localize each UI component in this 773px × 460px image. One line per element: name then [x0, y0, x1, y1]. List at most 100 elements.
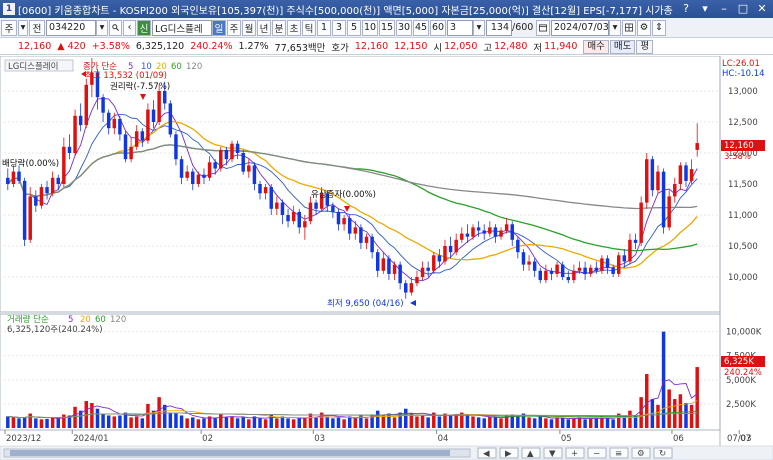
candle-body — [123, 134, 128, 160]
candle-body — [499, 230, 503, 237]
chart-nav-icon[interactable]: ▲ — [527, 449, 534, 459]
trade-amount: 77,653백만 — [274, 42, 326, 54]
stock-name-field[interactable]: LG디스플레 — [152, 19, 212, 36]
volume-bar — [263, 419, 268, 428]
candle-body — [353, 227, 358, 234]
chart-nav-icon[interactable]: ▼ — [549, 449, 556, 459]
volume-bar — [583, 419, 587, 428]
candle-body — [364, 236, 369, 243]
candle-body — [521, 252, 526, 265]
stock-code-input[interactable]: 034220 — [46, 19, 96, 36]
candle — [645, 153, 649, 209]
settings-icon[interactable]: ⚙ — [637, 19, 651, 36]
lc-label: LC:26.01 — [722, 59, 760, 69]
high-label: 고 — [483, 42, 493, 54]
volume-bar — [174, 413, 178, 428]
annotation-low: 최저 9,650 (04/16) — [327, 298, 404, 309]
candle-body — [594, 267, 599, 271]
candle-body — [39, 187, 44, 206]
sell-button[interactable]: 매도 — [609, 39, 636, 54]
chart-nav-icon[interactable]: ≡ — [615, 449, 622, 459]
chart-nav-icon[interactable]: ▶ — [505, 449, 512, 459]
candle-body — [577, 267, 582, 271]
period-tick-tab[interactable]: 틱 — [302, 19, 316, 36]
period-year-tab[interactable]: 년 — [257, 19, 271, 36]
close-button[interactable]: ✕ — [754, 2, 770, 16]
calendar-icon[interactable] — [536, 19, 550, 36]
chart-nav-icon[interactable]: ⚙ — [637, 449, 645, 459]
interval-1-button[interactable]: 1 — [317, 19, 331, 36]
candle-body — [566, 277, 571, 281]
candle-body — [398, 264, 402, 284]
menu-button[interactable]: ▾ — [697, 2, 713, 16]
interval-15-button[interactable]: 15 — [379, 19, 395, 36]
average-button[interactable]: 평 — [636, 39, 654, 54]
code-dropdown-icon[interactable]: ▾ — [96, 19, 108, 36]
volume-bar — [286, 418, 290, 428]
candle-body — [482, 230, 486, 234]
interval-45-button[interactable]: 45 — [413, 19, 429, 36]
volume-bar — [381, 415, 386, 428]
interval-count-input[interactable]: 3 — [447, 19, 473, 36]
price-chart[interactable]: LG디스플레이 종가 단순 5 10 20 60 120 LC:26.01 HC… — [0, 56, 773, 460]
volume-bar — [258, 418, 262, 428]
period-week-tab[interactable]: 주 — [227, 19, 241, 36]
grid-toggle-icon[interactable] — [622, 19, 636, 36]
volume-bar — [572, 418, 576, 428]
chart-nav-icon[interactable]: ◀ — [483, 449, 490, 459]
interval-60-button[interactable]: 60 — [430, 19, 446, 36]
candle-body — [538, 270, 542, 281]
volume-bar — [185, 418, 189, 428]
volume-bar — [308, 413, 313, 428]
mode-main-dropdown-icon[interactable]: ▾ — [18, 19, 28, 36]
buy-button[interactable]: 매수 — [583, 39, 609, 54]
candle-body — [235, 143, 240, 153]
search-icon[interactable] — [109, 19, 122, 36]
period-second-tab[interactable]: 초 — [287, 19, 301, 36]
date-input[interactable]: 2024/07/03 — [551, 19, 609, 36]
annotation-high-text: 최고 13,532 (01/09) — [85, 70, 167, 81]
candle-body — [689, 169, 694, 181]
interval-30-button[interactable]: 30 — [396, 19, 412, 36]
candle — [616, 252, 621, 277]
candle-body — [17, 171, 21, 181]
volume-bar — [179, 415, 184, 428]
candle-body — [387, 258, 391, 274]
prev-stock-icon[interactable]: ‹ — [123, 19, 136, 36]
minimize-button[interactable]: – — [716, 2, 732, 16]
last-price-tag-text: 12,160 — [724, 141, 754, 151]
candle-body — [560, 264, 565, 277]
current-price: 12,160 — [18, 41, 52, 52]
volume-bar — [146, 403, 150, 428]
period-minute-tab[interactable]: 분 — [272, 19, 286, 36]
interval-count-dropdown-icon[interactable]: ▾ — [473, 19, 485, 36]
date-dropdown-icon[interactable]: ▾ — [609, 19, 621, 36]
interval-3-button[interactable]: 3 — [332, 19, 346, 36]
volume-bar — [387, 413, 391, 428]
pin-icon[interactable]: ⇕ — [652, 19, 666, 36]
period-day-tab[interactable]: 일 — [212, 19, 226, 36]
bar-count-input[interactable]: 134 — [486, 19, 512, 36]
help-button[interactable]: ? — [678, 2, 694, 16]
candle-body — [168, 103, 173, 135]
price-legend-title[interactable]: LG디스플레이 — [8, 61, 58, 72]
volume-bar — [588, 418, 593, 428]
interval-10-button[interactable]: 10 — [362, 19, 378, 36]
interval-5-button[interactable]: 5 — [347, 19, 361, 36]
volume-bar — [482, 418, 486, 428]
chart-nav-icon[interactable]: − — [593, 449, 600, 459]
mode-sub-select[interactable]: 전 — [29, 19, 45, 36]
maximize-button[interactable]: □ — [735, 2, 751, 16]
chart-nav-icon[interactable]: + — [571, 449, 578, 459]
candle-body — [667, 196, 671, 228]
candle-body — [252, 165, 257, 184]
mode-main-select[interactable]: 주 — [1, 19, 17, 36]
period-month-tab[interactable]: 월 — [242, 19, 256, 36]
volume-bar — [112, 416, 117, 428]
volume-bar — [235, 418, 240, 428]
candle-body — [588, 267, 593, 274]
candle-body — [381, 258, 386, 271]
chart-nav-icon[interactable]: ↻ — [659, 449, 666, 459]
volume-bar — [527, 417, 531, 428]
candle-body — [258, 184, 262, 194]
